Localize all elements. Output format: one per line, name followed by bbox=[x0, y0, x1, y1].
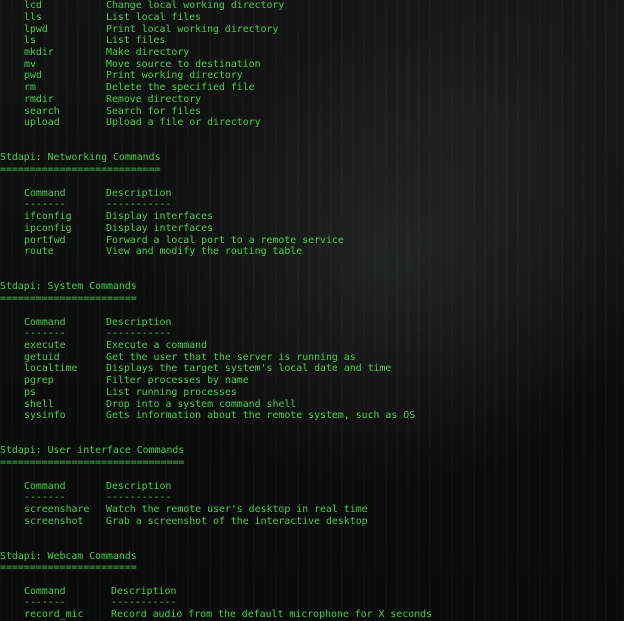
command-description: Display interfaces bbox=[106, 211, 214, 222]
command-description: View and modify the routing table bbox=[106, 246, 303, 257]
command-name: screenshot bbox=[24, 516, 84, 527]
command-description: Make directory bbox=[106, 47, 190, 58]
command-name: upload bbox=[24, 117, 60, 128]
command-description: Remove directory bbox=[106, 94, 202, 105]
command-description: List files bbox=[106, 35, 166, 46]
command-name: rm bbox=[24, 82, 36, 93]
command-description: Gets information about the remote system… bbox=[106, 410, 416, 421]
command-name: sysinfo bbox=[24, 410, 66, 421]
command-description: Filter processes by name bbox=[106, 375, 249, 386]
command-name: localtime bbox=[24, 363, 78, 374]
command-name: rmdir bbox=[24, 94, 54, 105]
command-description: Execute a command bbox=[106, 340, 208, 351]
command-name: ifconfig bbox=[24, 211, 72, 222]
command-description: Upload a file or directory bbox=[106, 117, 261, 128]
command-name: pgrep bbox=[24, 375, 54, 386]
command-name: mkdir bbox=[24, 47, 54, 58]
command-name: record_mic bbox=[24, 609, 84, 620]
command-name: execute bbox=[24, 340, 66, 351]
command-name: lcd bbox=[24, 0, 42, 11]
command-description: Displays the target system's local date … bbox=[106, 363, 392, 374]
command-name: route bbox=[24, 246, 54, 257]
command-name: lls bbox=[24, 12, 42, 23]
command-description: Change local working directory bbox=[106, 0, 285, 11]
command-description: Display interfaces bbox=[106, 223, 214, 234]
command-description: Print working directory bbox=[106, 70, 243, 81]
command-description: List local files bbox=[106, 12, 202, 23]
command-description: List running processes bbox=[106, 387, 237, 398]
command-name: ps bbox=[24, 387, 36, 398]
command-name: screenshare bbox=[24, 504, 90, 515]
command-description: Delete the specified file bbox=[106, 82, 255, 93]
command-name: pwd bbox=[24, 70, 42, 81]
command-description: Watch the remote user's desktop in real … bbox=[106, 504, 368, 515]
command-description: Record audio from the default microphone… bbox=[111, 609, 433, 620]
command-description: Grab a screenshot of the interactive des… bbox=[106, 516, 368, 527]
command-name: ipconfig bbox=[24, 223, 72, 234]
command-name: ls bbox=[24, 35, 36, 46]
